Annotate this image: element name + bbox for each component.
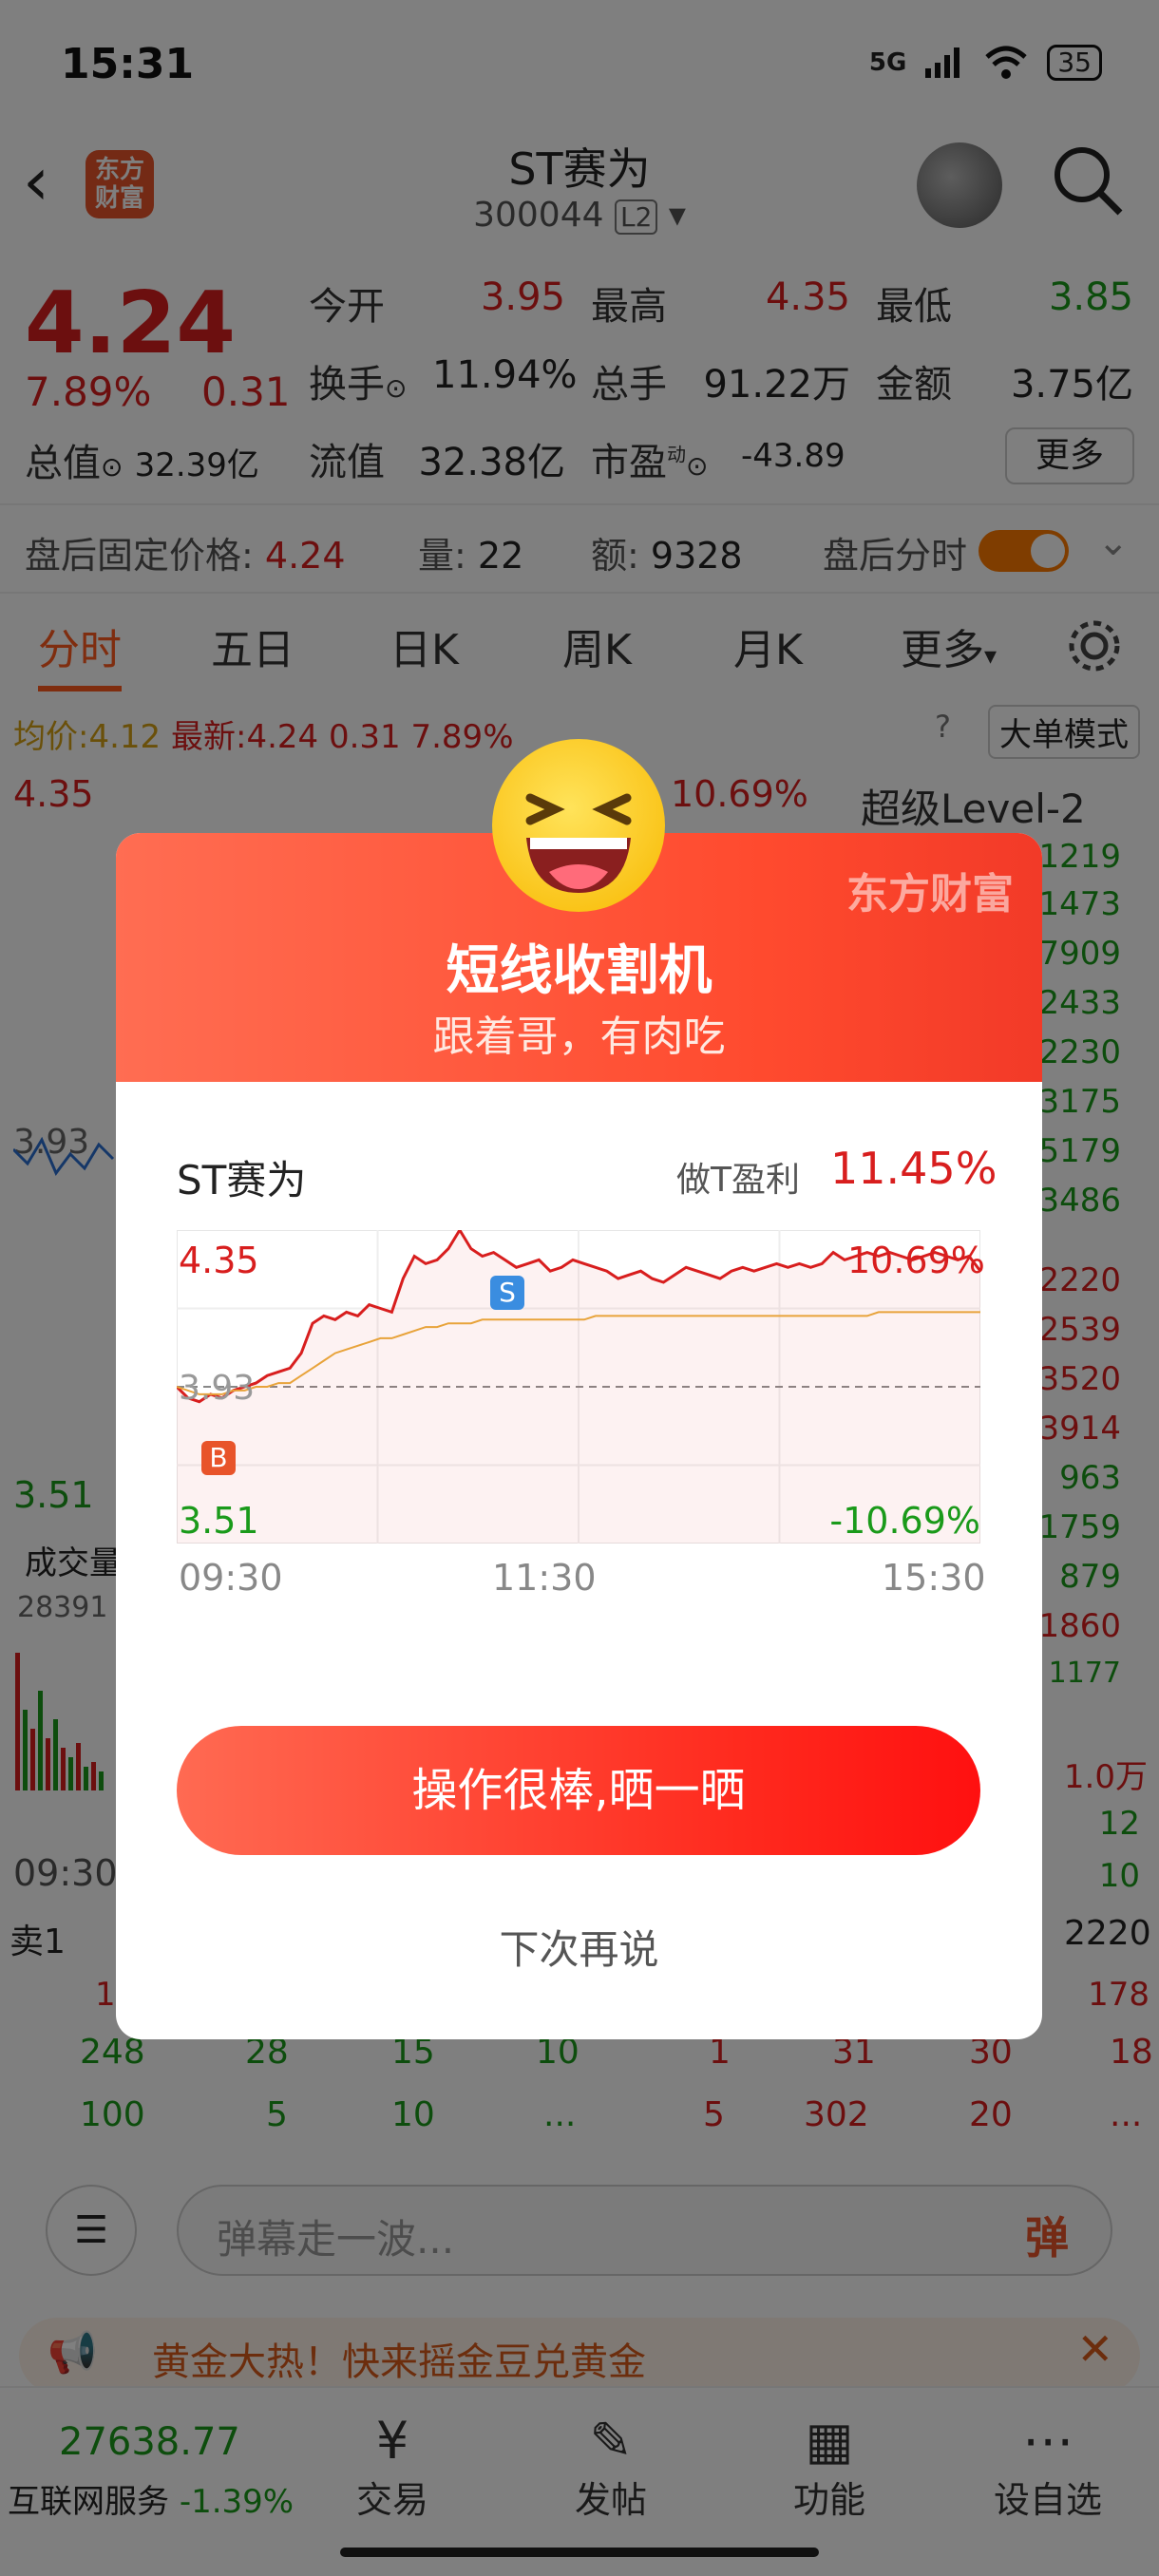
profit-value: 11.45% <box>830 1143 998 1194</box>
chart-y-mid: 3.93 <box>179 1369 256 1408</box>
later-button[interactable]: 下次再说 <box>116 1918 1042 1976</box>
profit-label: 做T盈利 <box>676 1161 800 1200</box>
chart-x-mid: 11:30 <box>492 1557 597 1599</box>
modal-subtitle: 跟着哥，有肉吃 <box>432 1013 726 1061</box>
chart-y-top: 4.35 <box>179 1240 259 1281</box>
chart-x-start: 09:30 <box>179 1557 283 1599</box>
chart-x-end: 15:30 <box>882 1557 986 1599</box>
chart-y-bottom-pct: -10.69% <box>829 1500 980 1542</box>
modal-stock-name: ST赛为 <box>177 1157 307 1203</box>
chart-y-bottom: 3.51 <box>179 1500 259 1542</box>
chart-y-top-pct: 10.69% <box>847 1240 985 1281</box>
share-modal: 东方财富 短线收割机 跟着哥，有肉吃 ST赛为 做T盈利 11.45% 4.35… <box>116 833 1042 2039</box>
brand-watermark: 东方财富 <box>846 870 1014 919</box>
sell-marker: S <box>490 1276 524 1310</box>
modal-title: 短线收割机 <box>446 940 712 1002</box>
laughing-emoji-icon <box>492 739 665 912</box>
share-button[interactable]: 操作很棒,晒一晒 <box>177 1726 980 1855</box>
buy-marker: B <box>201 1441 236 1475</box>
